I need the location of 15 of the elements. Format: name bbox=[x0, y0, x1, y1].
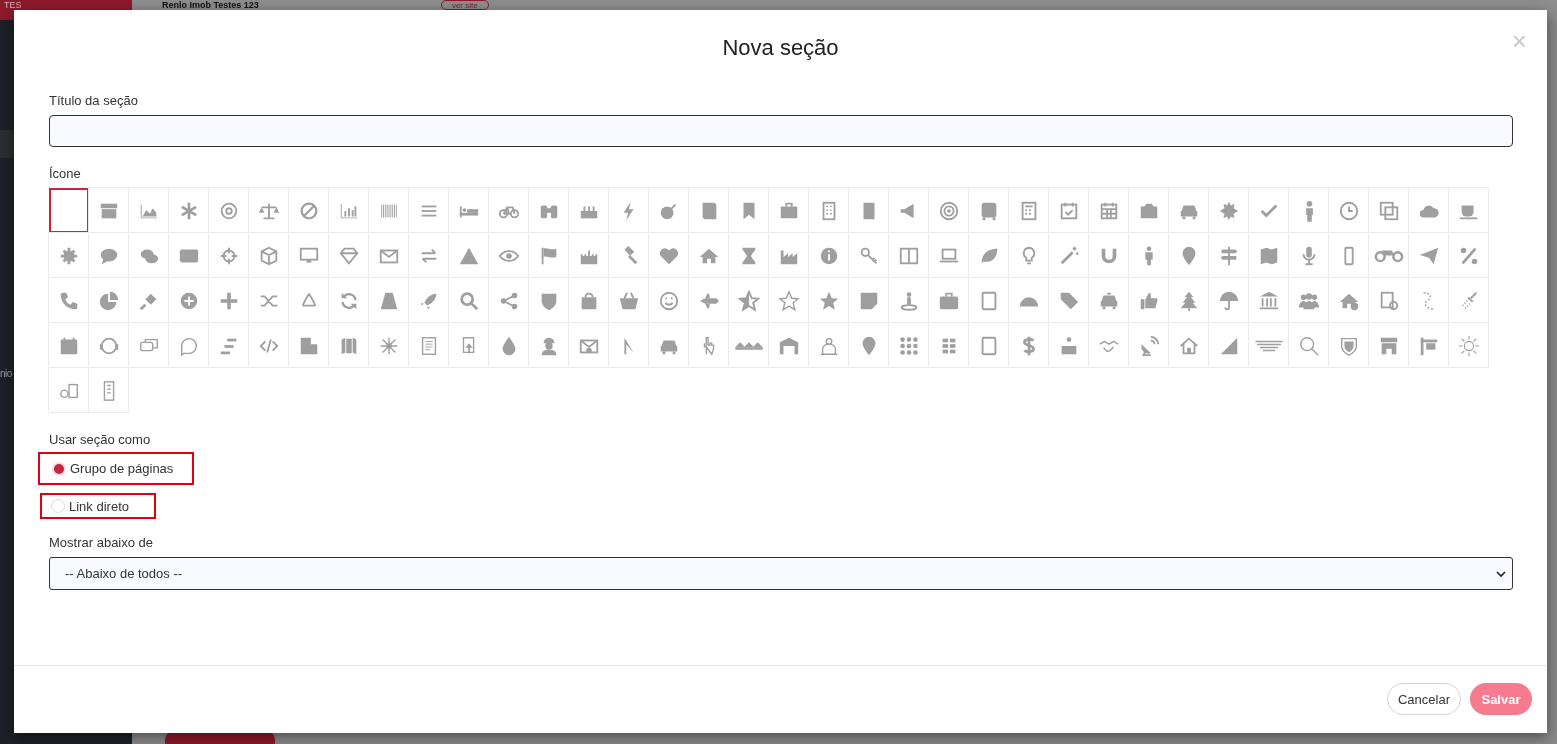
field-label: Usar seção como bbox=[49, 432, 151, 448]
radio-label: Link direto bbox=[69, 498, 129, 514]
radio-option[interactable]: Grupo de páginas bbox=[38, 452, 194, 485]
dropdown[interactable]: -- Abaixo de todos -- bbox=[49, 557, 1513, 590]
cancel-button[interactable]: Cancelar bbox=[1386, 683, 1461, 715]
logo-text: TES bbox=[3, 0, 23, 10]
radio-option[interactable]: Link direto bbox=[40, 493, 156, 519]
field-label: Ícone bbox=[49, 166, 81, 182]
site-name: Renlo Imob Testes 123 bbox=[162, 0, 259, 10]
dropdown-value: -- Abaixo de todos -- bbox=[65, 566, 183, 581]
dialog-title: Nova seção bbox=[722, 34, 839, 62]
field-label: Mostrar abaixo de bbox=[49, 535, 154, 551]
radio-label: Grupo de páginas bbox=[70, 461, 174, 476]
sidebar-item[interactable]: nio bbox=[0, 368, 14, 379]
field-label: Título da seção bbox=[49, 93, 138, 109]
